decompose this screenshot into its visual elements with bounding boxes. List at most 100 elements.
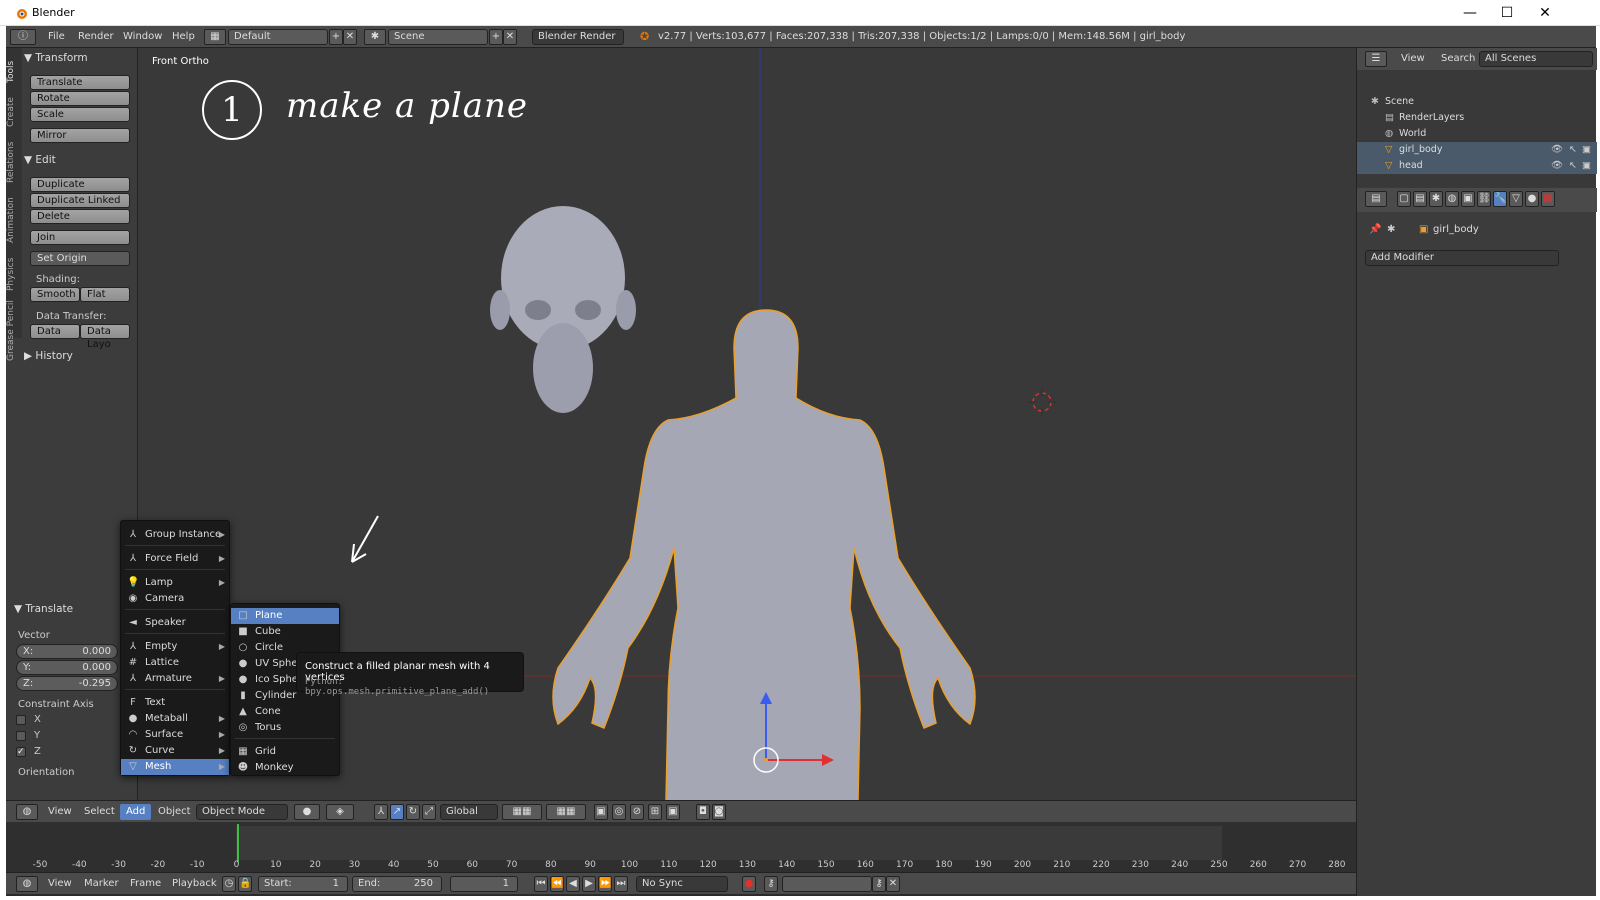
file-menu[interactable]: File bbox=[48, 29, 65, 45]
tab-grease-pencil[interactable]: Grease Pencil bbox=[6, 300, 22, 362]
layout-remove-icon[interactable]: ✕ bbox=[343, 29, 357, 45]
scale-button[interactable]: Scale bbox=[30, 107, 130, 122]
timeline-editor-icon[interactable]: ◍ bbox=[16, 876, 38, 892]
history-panel-header[interactable]: ▶ History bbox=[24, 348, 134, 364]
orientation-dropdown[interactable]: Global bbox=[440, 804, 498, 820]
add-menu-item-text[interactable]: F Text bbox=[121, 695, 229, 711]
mesh-item-plane[interactable]: □ Plane bbox=[231, 608, 339, 624]
mesh-item-cone[interactable]: ▲ Cone bbox=[231, 704, 339, 720]
pin-icon[interactable]: 📌 bbox=[1369, 224, 1381, 235]
scene-tab-icon[interactable]: ✱ bbox=[1429, 191, 1443, 207]
outliner-view-menu[interactable]: View bbox=[1401, 51, 1425, 67]
mesh-item-grid[interactable]: ▦ Grid bbox=[231, 744, 339, 760]
prev-key-icon[interactable]: ⏪ bbox=[550, 876, 564, 892]
scene-icon[interactable]: ✱ bbox=[364, 29, 386, 45]
constraint-z-checkbox[interactable]: ✓ bbox=[16, 747, 26, 757]
constraints-tab-icon[interactable]: ⛓ bbox=[1477, 191, 1491, 207]
layout-add-icon[interactable]: + bbox=[329, 29, 343, 45]
object-tab-icon[interactable]: ▣ bbox=[1461, 191, 1475, 207]
proportional-edit-icon[interactable]: ◎ bbox=[612, 804, 626, 820]
join-button[interactable]: Join bbox=[30, 230, 130, 245]
help-menu[interactable]: Help bbox=[172, 29, 195, 45]
minimize-button[interactable]: — bbox=[1455, 3, 1485, 23]
mesh-item-torus[interactable]: ◎ Torus bbox=[231, 720, 339, 736]
play-icon[interactable]: ▶ bbox=[582, 876, 596, 892]
outliner-item-renderlayers[interactable]: ▤ RenderLayers bbox=[1357, 110, 1597, 126]
insert-key-icon[interactable]: ⚷ bbox=[872, 876, 886, 892]
duplicate-button[interactable]: Duplicate bbox=[30, 177, 130, 192]
flat-button[interactable]: Flat bbox=[80, 287, 130, 302]
outliner-item-head[interactable]: ▽ head 👁 ↖ ▣ bbox=[1357, 158, 1597, 174]
tab-relations[interactable]: Relations bbox=[6, 136, 22, 188]
outliner-editor-icon[interactable]: ☰ bbox=[1365, 51, 1387, 67]
current-frame-line[interactable] bbox=[237, 824, 239, 862]
outliner-item-world[interactable]: ◍ World bbox=[1357, 126, 1597, 142]
add-menu-item-metaball[interactable]: ● Metaball ▶ bbox=[121, 711, 229, 727]
render-layers-tab-icon[interactable]: ▤ bbox=[1413, 191, 1427, 207]
render-camera-icon[interactable]: ▣ bbox=[1582, 158, 1591, 174]
select-menu[interactable]: Select bbox=[84, 804, 115, 820]
jump-end-icon[interactable]: ⏭ bbox=[614, 876, 628, 892]
constraint-y-checkbox[interactable] bbox=[16, 731, 26, 741]
scale-manipulator-icon[interactable]: ⤢ bbox=[422, 804, 436, 820]
layout-field[interactable]: Default bbox=[228, 29, 328, 45]
object-menu[interactable]: Object bbox=[158, 804, 191, 820]
start-frame-field[interactable]: Start: 1 bbox=[258, 876, 348, 892]
end-frame-field[interactable]: End: 250 bbox=[352, 876, 442, 892]
visibility-eye-icon[interactable]: 👁 bbox=[1551, 142, 1563, 158]
editor-type-icon[interactable]: ◍ bbox=[16, 804, 38, 820]
transform-panel-header[interactable]: ▼ Transform bbox=[24, 50, 134, 66]
add-modifier-dropdown[interactable]: Add Modifier bbox=[1365, 250, 1559, 266]
translate-manipulator-icon[interactable]: ↗ bbox=[390, 804, 404, 820]
add-menu-item-armature[interactable]: ⅄ Armature ▶ bbox=[121, 671, 229, 687]
add-menu-item-lamp[interactable]: 💡 Lamp ▶ bbox=[121, 575, 229, 591]
tab-create[interactable]: Create bbox=[6, 92, 22, 132]
smooth-button[interactable]: Smooth bbox=[30, 287, 80, 302]
maximize-button[interactable]: ☐ bbox=[1492, 3, 1522, 23]
info-editor-type-icon[interactable]: ⓘ bbox=[10, 29, 36, 45]
layout-icon[interactable]: ▦ bbox=[204, 29, 226, 45]
mode-dropdown[interactable]: Object Mode bbox=[196, 804, 288, 820]
timeline[interactable]: -50 -40 -30 -20 -10 0 10 20 30 40 50 60 70 80 90 100 110… bbox=[6, 822, 1356, 872]
properties-editor-icon[interactable]: ▤ bbox=[1365, 191, 1387, 207]
layers-grid-1[interactable]: ▦▦ bbox=[502, 804, 542, 820]
render-preview-icon[interactable]: ▣ bbox=[666, 804, 680, 820]
scene-remove-icon[interactable]: ✕ bbox=[503, 29, 517, 45]
vector-z-field[interactable]: Z: -0.295 bbox=[16, 676, 118, 691]
opengl-anim-icon[interactable]: ◙ bbox=[712, 804, 726, 820]
render-engine-dropdown[interactable]: Blender Render bbox=[532, 29, 624, 45]
translate-button[interactable]: Translate bbox=[30, 75, 130, 90]
selectable-cursor-icon[interactable]: ↖ bbox=[1569, 142, 1577, 158]
snap-element-icon[interactable]: ⊞ bbox=[648, 804, 662, 820]
jump-start-icon[interactable]: ⏮ bbox=[534, 876, 548, 892]
add-menu-item-mesh[interactable]: ▽ Mesh ▶ bbox=[121, 759, 229, 775]
vector-y-field[interactable]: Y: 0.000 bbox=[16, 660, 118, 675]
preview-range-icon[interactable]: ◷ bbox=[222, 876, 236, 892]
modifiers-tab-icon[interactable]: 🔧 bbox=[1493, 191, 1507, 207]
vector-x-field[interactable]: X: 0.000 bbox=[16, 644, 118, 659]
data-button[interactable]: Data bbox=[30, 324, 80, 339]
outliner-item-girl-body[interactable]: ▽ girl_body 👁 ↖ ▣ bbox=[1357, 142, 1597, 158]
rotate-manipulator-icon[interactable]: ↻ bbox=[406, 804, 420, 820]
outliner-search-menu[interactable]: Search bbox=[1441, 51, 1475, 67]
delete-button[interactable]: Delete bbox=[30, 209, 130, 224]
snap-icon[interactable]: ⊘ bbox=[630, 804, 644, 820]
keying-set-field[interactable] bbox=[782, 876, 872, 892]
duplicate-linked-button[interactable]: Duplicate Linked bbox=[30, 193, 130, 208]
add-menu-item-force-field[interactable]: ⅄ Force Field ▶ bbox=[121, 551, 229, 567]
add-menu-item-group-instance[interactable]: ⅄ Group Instance ▶ bbox=[121, 527, 229, 543]
pivot-icon[interactable]: ◈ bbox=[326, 804, 354, 820]
rotate-button[interactable]: Rotate bbox=[30, 91, 130, 106]
scene-field[interactable]: Scene bbox=[388, 29, 488, 45]
record-icon[interactable]: ● bbox=[742, 876, 756, 892]
frame-menu[interactable]: Frame bbox=[130, 876, 161, 892]
lock-layers-icon[interactable]: ▣ bbox=[594, 804, 608, 820]
add-menu-item-lattice[interactable]: # Lattice bbox=[121, 655, 229, 671]
sync-dropdown[interactable]: No Sync bbox=[636, 876, 728, 892]
playback-menu[interactable]: Playback bbox=[172, 876, 217, 892]
tab-tools[interactable]: Tools bbox=[6, 54, 22, 90]
manipulator-icon[interactable]: ⅄ bbox=[374, 804, 388, 820]
layers-grid-2[interactable]: ▦▦ bbox=[546, 804, 586, 820]
scene-add-icon[interactable]: + bbox=[489, 29, 503, 45]
render-menu[interactable]: Render bbox=[78, 29, 114, 45]
